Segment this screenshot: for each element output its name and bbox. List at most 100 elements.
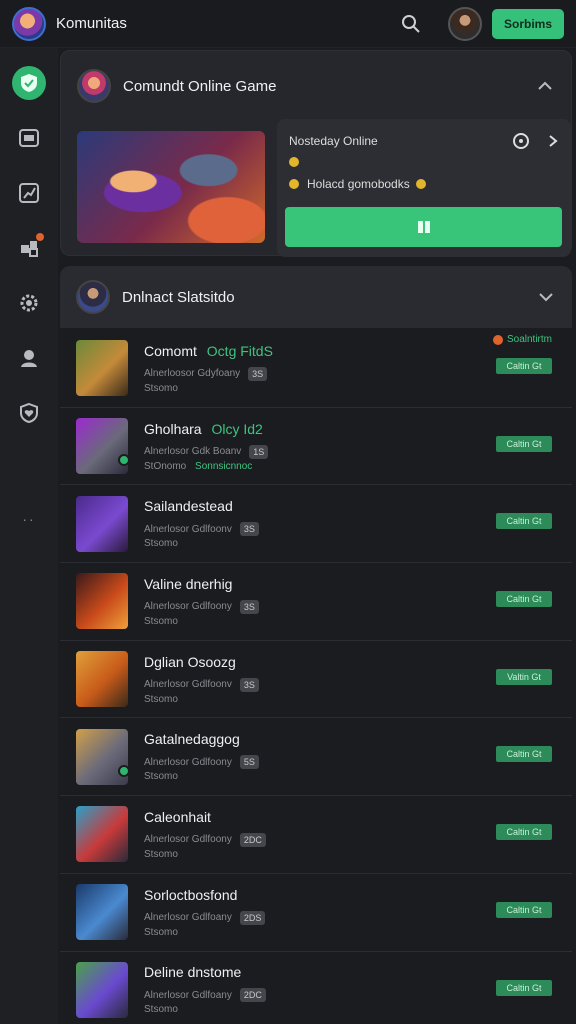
join-button[interactable]: Caltin Gt xyxy=(496,824,552,841)
more-icon[interactable]: ·· xyxy=(22,511,35,527)
live-label: Soalntirtm xyxy=(506,334,552,345)
game-thumbnail[interactable] xyxy=(76,418,130,475)
game-meta: Alnerlosor Gdlfoony xyxy=(144,834,232,846)
join-button[interactable]: Caltin Gt xyxy=(496,435,552,452)
game-meta: Alnerlosor Gdlfoonv xyxy=(144,523,232,535)
main-content: Comundt Online Game Nosteday Online Hola… xyxy=(60,48,576,1024)
featured-image[interactable] xyxy=(77,131,265,243)
game-thumbnail[interactable] xyxy=(76,651,128,708)
chevron-right-icon[interactable] xyxy=(547,134,559,148)
game-title: Dglian Osoozg xyxy=(144,653,236,670)
game-title: Comomt xyxy=(144,342,197,359)
panel-line: Holacd gomobodks xyxy=(307,177,410,191)
join-button[interactable]: Caltin Gt xyxy=(496,979,552,996)
game-sub: Stsomo xyxy=(144,926,178,938)
chart-icon[interactable] xyxy=(12,176,46,210)
game-highlight: Octg FitdS xyxy=(206,342,273,359)
primary-button[interactable]: Sorbims xyxy=(491,8,564,39)
list-item[interactable]: Sorloctbosfond Alnerlosor Gdlfoany 2DS S… xyxy=(60,874,572,952)
featured-card: Comundt Online Game Nosteday Online Hola… xyxy=(60,50,572,257)
count-pill: 3S xyxy=(239,677,259,692)
count-pill: 3S xyxy=(248,366,268,381)
notification-badge xyxy=(36,233,44,241)
game-title: Deline dnstome xyxy=(144,964,242,981)
puzzle-icon[interactable] xyxy=(12,231,46,265)
online-badge xyxy=(118,454,130,467)
game-sub: Stsomo xyxy=(144,538,178,550)
heart-shield-icon[interactable] xyxy=(12,396,46,430)
featured-panel: Nosteday Online Holacd gomobodks xyxy=(277,119,571,257)
game-title: Caleonhait xyxy=(144,808,211,825)
game-sub: Stsomo xyxy=(144,771,178,783)
join-button[interactable]: Caltin Gt xyxy=(496,746,552,763)
list-item[interactable]: Comomt Octg FitdS Alnerloosor Gdyfoany 3… xyxy=(60,330,572,408)
game-list: Comomt Octg FitdS Alnerloosor Gdyfoany 3… xyxy=(60,330,572,1024)
join-button[interactable]: Caltin Gt xyxy=(496,901,552,918)
featured-header[interactable]: Comundt Online Game xyxy=(61,51,571,121)
game-thumbnail[interactable] xyxy=(76,728,130,785)
section-title: Dnlnact Slatsitdo xyxy=(122,288,235,306)
game-thumbnail[interactable] xyxy=(76,884,128,941)
game-thumbnail[interactable] xyxy=(76,495,128,552)
section-avatar xyxy=(76,280,110,314)
count-pill: 2DC xyxy=(239,832,266,847)
count-pill: 2DS xyxy=(239,910,266,925)
gear-icon[interactable] xyxy=(12,286,46,320)
featured-title: Comundt Online Game xyxy=(123,77,277,95)
chevron-down-icon[interactable] xyxy=(536,287,556,307)
game-meta: Alnerlosor Gdlfoany xyxy=(144,989,232,1001)
game-title: Valine dnerhig xyxy=(144,575,233,592)
join-button[interactable]: Caltin Gt xyxy=(496,358,552,374)
gamepad-icon[interactable] xyxy=(511,131,531,151)
join-button[interactable]: Valtin Gt xyxy=(496,668,552,685)
chevron-up-icon[interactable] xyxy=(535,76,555,96)
game-sub: Stsomo xyxy=(144,382,178,394)
game-sub-highlight: Sonnsicnnoc xyxy=(195,460,253,472)
game-meta: Alnerlosor Gdlfoony xyxy=(144,601,232,613)
list-item[interactable]: Gatalnedaggog Alnerlosor Gdlfoony 5S Sts… xyxy=(60,718,572,797)
game-highlight: Olcy Id2 xyxy=(211,420,263,437)
pause-icon xyxy=(417,221,430,233)
game-title: Sailandestead xyxy=(144,498,233,515)
game-thumbnail[interactable] xyxy=(76,573,128,630)
online-badge xyxy=(118,764,130,777)
game-meta: Alnerloosor Gdyfoany xyxy=(144,368,241,380)
list-item[interactable]: Gholhara Olcy Id2 Alnerlosor Gdk Boanv 1… xyxy=(60,408,572,486)
join-button[interactable]: Caltin Gt xyxy=(496,513,552,530)
game-sub: Stsomo xyxy=(144,848,178,860)
user-avatar[interactable] xyxy=(447,6,482,41)
list-item[interactable]: Caleonhait Alnerlosor Gdlfoony 2DC Stsom… xyxy=(60,796,572,874)
count-pill: 1S xyxy=(249,444,269,459)
coin-icon xyxy=(289,179,299,189)
user-icon[interactable] xyxy=(12,341,46,375)
live-dot-icon xyxy=(492,334,503,345)
list-item[interactable]: Dglian Osoozg Alnerlosor Gdlfoonv 3S Sts… xyxy=(60,641,572,719)
app-avatar[interactable] xyxy=(12,6,46,41)
search-icon[interactable] xyxy=(398,11,424,37)
join-button[interactable]: Caltin Gt xyxy=(496,591,552,608)
list-item[interactable]: Deline dnstome Alnerlosor Gdlfoany 2DC S… xyxy=(60,952,572,1024)
inbox-icon[interactable] xyxy=(12,121,46,155)
coin-icon xyxy=(415,179,426,189)
count-pill: 2DC xyxy=(239,988,266,1003)
game-sub: Stsomo xyxy=(144,1004,178,1016)
list-item[interactable]: Valine dnerhig Alnerlosor Gdlfoony 3S St… xyxy=(60,563,572,641)
play-button[interactable] xyxy=(285,207,562,247)
app-title: Komunitas xyxy=(56,15,127,32)
game-title: Gatalnedaggog xyxy=(144,731,240,748)
game-title: Gholhara xyxy=(144,420,202,437)
game-title: Sorloctbosfond xyxy=(144,886,238,903)
featured-avatar xyxy=(77,69,111,103)
list-item[interactable]: Sailandestead Alnerlosor Gdlfoonv 3S Sts… xyxy=(60,485,572,564)
shield-icon[interactable] xyxy=(12,66,46,100)
game-meta: Alnerlosor Gdlfoony xyxy=(144,756,232,768)
section-header[interactable]: Dnlnact Slatsitdo xyxy=(60,266,572,328)
game-thumbnail[interactable] xyxy=(76,806,128,863)
game-thumbnail[interactable] xyxy=(76,961,128,1018)
game-meta: Alnerlosor Gdk Boanv xyxy=(144,446,242,458)
game-sub: StOnomo xyxy=(144,460,187,472)
game-thumbnail[interactable] xyxy=(76,340,128,397)
game-sub: Stsomo xyxy=(144,693,178,705)
count-pill: 5S xyxy=(239,755,259,770)
game-meta: Alnerlosor Gdlfoany xyxy=(144,912,232,924)
